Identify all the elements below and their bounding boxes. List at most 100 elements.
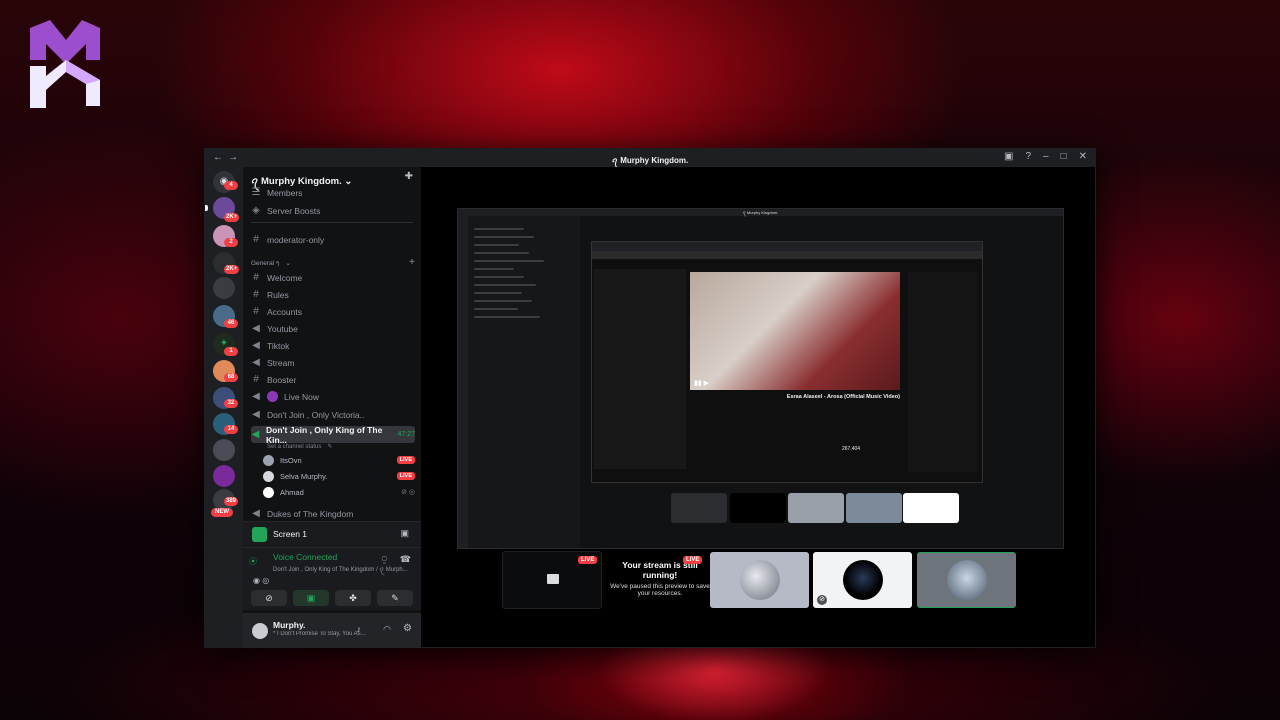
voice-connection-panel: ⦿ Voice Connected Don't Join , Only King…	[243, 547, 421, 610]
preview-tile[interactable]	[730, 493, 786, 523]
channel-label: Welcome	[267, 272, 303, 283]
preview-tile[interactable]	[903, 493, 959, 523]
invite-people-icon[interactable]: ✚	[405, 171, 413, 182]
voice-dukes[interactable]: ◀ Dukes of The Kingdom	[251, 506, 415, 521]
hash-icon: #	[253, 289, 259, 300]
home-badge: 4	[224, 181, 238, 190]
megaphone-icon: ◀	[252, 340, 260, 351]
popout-icon[interactable]: ▣	[400, 528, 409, 539]
preview-tile[interactable]	[846, 493, 902, 523]
avatar	[947, 560, 987, 600]
youtube-views: 267,404	[842, 446, 861, 452]
server-boosts-link[interactable]: ◈ Server Boosts	[251, 203, 415, 218]
headphones-icon[interactable]: ◠	[383, 624, 391, 635]
voice-user[interactable]: Selva Murphy. LIVE	[263, 469, 415, 483]
server-list: ◉ 4 2K+ 2 2K+ 46 ✦ 1 68 32 14 389 NEW	[205, 167, 243, 647]
user-avatar[interactable]	[252, 623, 268, 639]
server-icon[interactable]	[213, 465, 235, 487]
channel-accounts[interactable]: # Accounts	[251, 304, 415, 319]
channel-label: Youtube	[267, 323, 298, 334]
activities-button[interactable]: ✤	[335, 590, 371, 606]
members-link[interactable]: ☰ Members	[251, 185, 415, 200]
members-label: Members	[267, 187, 303, 198]
participant-tile[interactable]: ⊘	[813, 552, 912, 608]
channel-stream[interactable]: ◀ Stream	[251, 355, 415, 370]
channel-tiktok[interactable]: ◀ Tiktok	[251, 338, 415, 353]
youtube-playlist	[594, 269, 686, 469]
pencil-icon: ✎	[327, 444, 333, 450]
play-button-icon[interactable]: ▮▮ ▶	[694, 379, 709, 387]
add-channel-icon[interactable]: +	[409, 257, 415, 268]
live-badge: LIVE	[396, 456, 415, 464]
share-screen-button[interactable]: ▣	[293, 590, 329, 606]
settings-gear-icon[interactable]: ⚙	[403, 623, 412, 634]
hash-icon: #	[253, 272, 259, 283]
speaker-icon: ◀	[252, 508, 260, 519]
avatar	[843, 560, 883, 600]
channel-status-hint[interactable]: Set a channel status ✎	[267, 441, 415, 452]
camera-off-button[interactable]: ⊘	[251, 590, 287, 606]
server-badge: 2	[224, 238, 238, 247]
voice-timer: 47:27	[397, 431, 415, 438]
live-badge: LIVE	[683, 556, 703, 564]
voice-dont-join-victoria[interactable]: ◀ Don't Join , Only Victoria..	[251, 407, 415, 422]
user-name: Murphy.	[273, 620, 306, 630]
close-icon[interactable]: ✕	[1079, 151, 1087, 162]
minimize-icon[interactable]: –	[1043, 151, 1049, 162]
paused-body: We've paused this preview to save your r…	[610, 583, 710, 597]
help-icon[interactable]: ?	[1025, 151, 1031, 162]
preview-title: ꪖ Murphy Kingdom.	[458, 209, 1063, 216]
hash-icon: #	[253, 374, 259, 385]
category-label: General ๆ	[251, 259, 280, 267]
participant-tile[interactable]	[710, 552, 809, 608]
maximize-icon[interactable]: □	[1061, 151, 1067, 162]
server-badge: 32	[224, 399, 238, 408]
category-general[interactable]: General ๆ ⌄ +	[251, 255, 415, 270]
screen-label: Screen 1	[273, 529, 308, 539]
channel-booster[interactable]: # Booster	[251, 372, 415, 387]
server-badge: 1	[224, 347, 238, 356]
streamer-logo	[30, 20, 100, 108]
speaker-icon: ◀	[251, 429, 260, 440]
server-icon[interactable]	[213, 439, 235, 461]
voice-live-now[interactable]: ◀ Live Now	[251, 389, 415, 404]
channel-label: Rules	[267, 289, 289, 300]
server-badge: 389	[224, 497, 239, 506]
youtube-video-player[interactable]: ▮▮ ▶	[690, 272, 900, 390]
participant-tile-speaking[interactable]	[917, 552, 1016, 608]
user-name: ItsOvn	[280, 455, 302, 465]
user-name: Selva Murphy.	[280, 471, 328, 481]
channel-moderator-only[interactable]: # moderator-only	[251, 232, 415, 247]
browser-address-bar	[592, 251, 982, 259]
channel-rules[interactable]: # Rules	[251, 287, 415, 302]
server-icon[interactable]	[213, 277, 235, 299]
preview-tile[interactable]	[788, 493, 844, 523]
speaker-icon: ◀	[252, 391, 260, 402]
inbox-icon[interactable]: ▣	[1004, 151, 1013, 162]
signal-icon: ⦿	[249, 557, 257, 566]
preview-tile[interactable]	[671, 493, 727, 523]
microphone-icon[interactable]: ♪	[357, 624, 362, 634]
youtube-window[interactable]: ▮▮ ▶ Esraa Alaseel - Arosa (Official Mus…	[591, 241, 983, 483]
voice-user[interactable]: ItsOvn LIVE	[263, 453, 415, 467]
disconnect-icon[interactable]: ☎	[400, 554, 411, 565]
channel-welcome[interactable]: # Welcome	[251, 270, 415, 285]
title-bar: ←→ ꪖ Murphy Kingdom. ▣ ? – □ ✕	[205, 149, 1095, 167]
channel-label: Accounts	[267, 306, 302, 317]
megaphone-icon: ◀	[252, 357, 260, 368]
server-badge: 46	[224, 319, 238, 328]
channel-youtube[interactable]: ◀ Youtube	[251, 321, 415, 336]
live-badge: LIVE	[396, 472, 415, 480]
screen-share-panel: Screen 1 ▣	[243, 521, 421, 547]
soundboard-button[interactable]: ✎	[377, 590, 413, 606]
noise-suppression-icon[interactable]: ⍜	[382, 554, 387, 565]
muted-icon: ⊘	[817, 595, 827, 605]
channel-label: Stream	[267, 357, 295, 368]
window-controls[interactable]: ▣ ? – □ ✕	[1004, 151, 1087, 162]
new-badge: NEW	[211, 508, 233, 517]
voice-user[interactable]: Ahmad ⊘ ◎	[263, 485, 415, 499]
megaphone-icon: ◀	[252, 323, 260, 334]
server-badge: 14	[224, 425, 238, 434]
voice-controls: ⊘ ▣ ✤ ✎	[251, 590, 413, 606]
server-badge: 68	[224, 373, 238, 382]
